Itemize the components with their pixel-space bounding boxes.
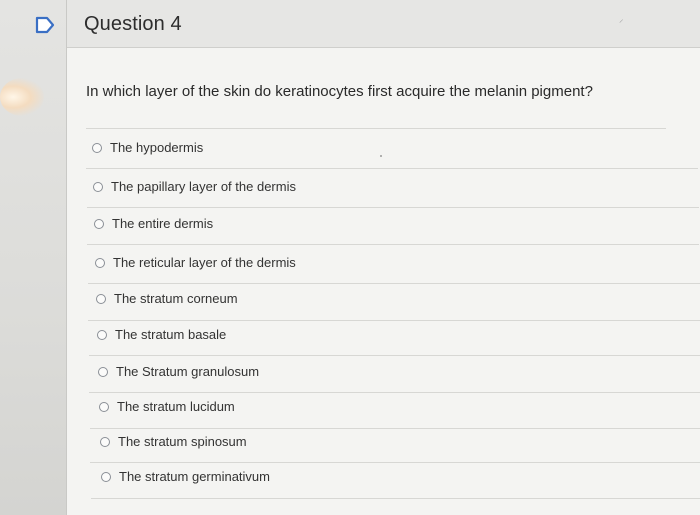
option-label: The stratum germinativum (119, 469, 270, 484)
option-label: The stratum basale (115, 327, 227, 342)
question-card: Question 4 ⸝ In which layer of the skin … (66, 0, 700, 515)
divider (87, 244, 699, 245)
radio-empty-icon[interactable] (95, 257, 105, 268)
answer-option-6[interactable]: The stratum basale (97, 327, 226, 342)
divider (89, 392, 700, 393)
option-label: The reticular layer of the dermis (113, 255, 296, 270)
radio-empty-icon[interactable] (101, 471, 111, 482)
flag-icon[interactable] (34, 16, 56, 34)
option-label: The Stratum granulosum (116, 364, 260, 379)
option-label: The stratum lucidum (117, 399, 235, 414)
dust-speck (380, 155, 382, 157)
divider (86, 128, 666, 129)
option-label: The stratum corneum (114, 291, 238, 306)
option-label: The entire dermis (112, 216, 214, 231)
radio-empty-icon[interactable] (100, 436, 110, 447)
option-label: The stratum spinosum (118, 434, 247, 449)
radio-empty-icon[interactable] (93, 181, 103, 192)
divider (88, 283, 700, 284)
option-label: The hypodermis (110, 140, 204, 155)
divider (90, 462, 700, 463)
radio-empty-icon[interactable] (99, 401, 109, 412)
question-title: Question 4 (84, 13, 182, 35)
radio-empty-icon[interactable] (98, 366, 108, 377)
option-label: The papillary layer of the dermis (111, 179, 296, 194)
light-glare (0, 78, 44, 116)
divider (90, 428, 700, 429)
header-mark: ⸝ (619, 14, 624, 24)
answer-option-10[interactable]: The stratum germinativum (101, 469, 270, 484)
radio-empty-icon[interactable] (96, 293, 106, 304)
answer-option-7[interactable]: The Stratum granulosum (98, 364, 259, 379)
divider (89, 355, 700, 356)
question-header: Question 4 ⸝ (67, 0, 700, 48)
radio-empty-icon[interactable] (92, 142, 102, 153)
answer-option-8[interactable]: The stratum lucidum (99, 399, 235, 414)
answer-option-4[interactable]: The reticular layer of the dermis (95, 255, 296, 270)
answer-option-9[interactable]: The stratum spinosum (100, 434, 247, 449)
divider (87, 207, 699, 208)
question-text: In which layer of the skin do keratinocy… (86, 83, 593, 100)
divider (86, 168, 698, 169)
answer-option-1[interactable]: The hypodermis (92, 140, 203, 155)
divider (91, 498, 700, 499)
radio-empty-icon[interactable] (94, 218, 104, 229)
answer-option-3[interactable]: The entire dermis (94, 216, 213, 231)
left-margin (0, 0, 66, 515)
radio-empty-icon[interactable] (97, 329, 107, 340)
answer-option-5[interactable]: The stratum corneum (96, 291, 238, 306)
divider (88, 320, 700, 321)
answer-option-2[interactable]: The papillary layer of the dermis (93, 179, 296, 194)
